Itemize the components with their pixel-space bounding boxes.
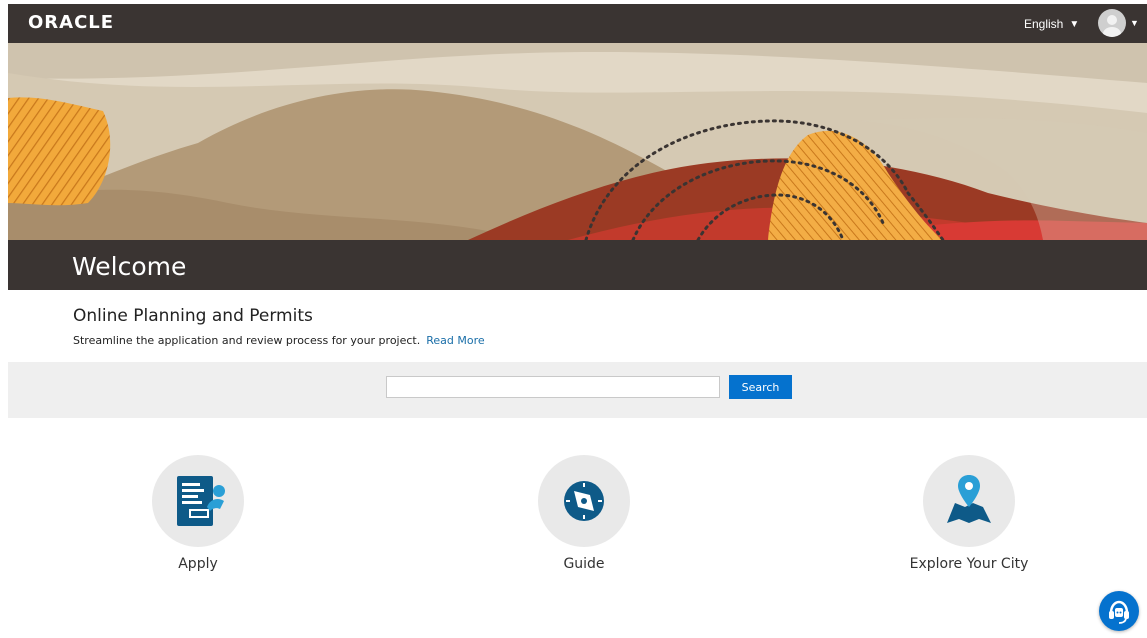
oracle-logo[interactable]: ORACLE <box>28 12 114 33</box>
search-band: Search <box>8 362 1147 418</box>
tile-label: Apply <box>178 556 218 572</box>
intro-title: Online Planning and Permits <box>73 306 313 326</box>
language-selector[interactable]: English ▼ <box>1024 17 1079 31</box>
tile-guide[interactable]: Guide <box>484 455 684 572</box>
read-more-link[interactable]: Read More <box>426 334 484 347</box>
user-icon <box>1103 15 1121 37</box>
tile-explore-your-city[interactable]: Explore Your City <box>869 455 1069 572</box>
tile-label: Guide <box>563 556 605 572</box>
language-label: English <box>1024 17 1064 31</box>
intro-description-text: Streamline the application and review pr… <box>73 334 421 347</box>
tile-circle <box>152 455 244 547</box>
search-input[interactable] <box>386 376 720 398</box>
welcome-band: Welcome <box>8 240 1147 290</box>
avatar <box>1098 9 1126 37</box>
map-pin-icon <box>947 475 991 523</box>
page-title: Welcome <box>72 252 187 281</box>
apply-form-icon <box>177 476 225 526</box>
intro-description: Streamline the application and review pr… <box>73 334 485 347</box>
tile-circle <box>538 455 630 547</box>
user-menu[interactable]: ▼ <box>1098 9 1139 37</box>
tile-apply[interactable]: Apply <box>98 455 298 572</box>
caret-down-icon: ▼ <box>1069 18 1080 30</box>
caret-down-icon: ▼ <box>1130 18 1139 28</box>
hero-banner-image <box>8 43 1147 240</box>
top-bar: ORACLE English ▼ ▼ <box>8 4 1147 43</box>
tile-circle <box>923 455 1015 547</box>
chat-support-button[interactable] <box>1099 591 1139 631</box>
search-button[interactable]: Search <box>729 375 792 399</box>
tile-label: Explore Your City <box>909 556 1029 572</box>
compass-icon <box>564 481 604 521</box>
headset-chat-icon <box>1109 600 1129 624</box>
